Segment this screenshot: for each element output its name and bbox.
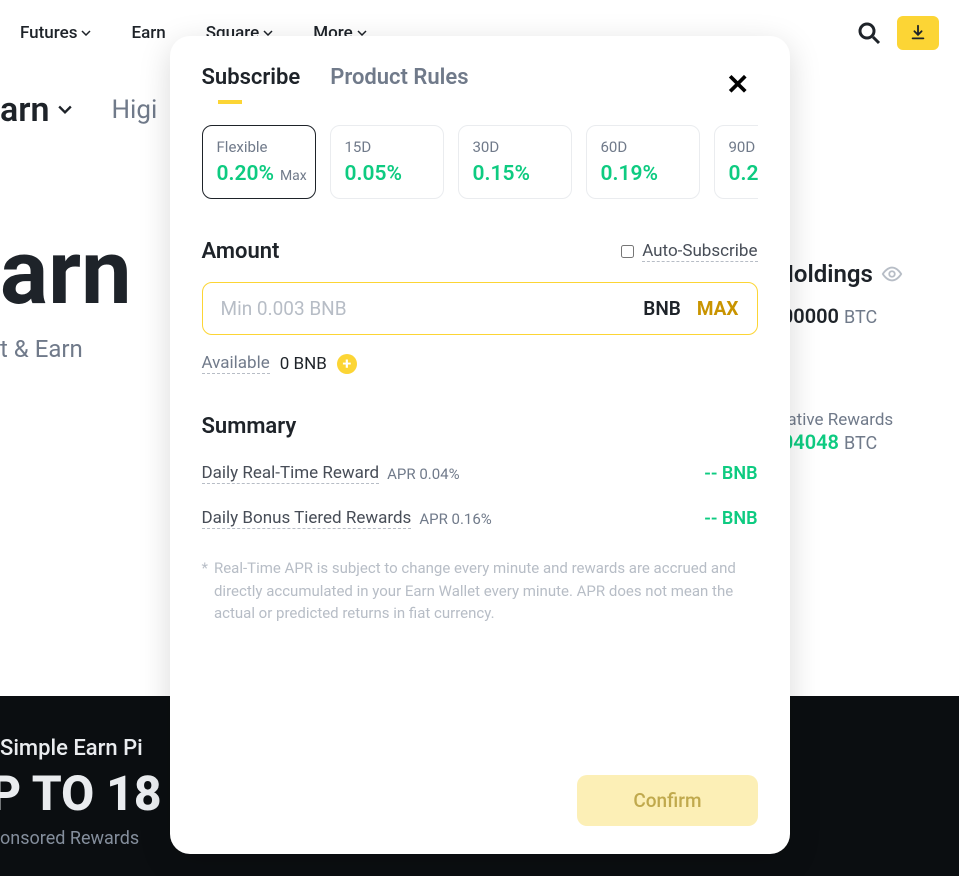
duration-apr: 0.25% — [729, 162, 758, 186]
amount-input[interactable] — [221, 297, 644, 320]
tab-product-rules[interactable]: Product Rules — [330, 65, 468, 104]
duration-label: 15D — [345, 138, 429, 156]
duration-30d[interactable]: 30D 0.15% — [458, 125, 572, 199]
confirm-button[interactable]: Confirm — [577, 775, 757, 826]
duration-label: 60D — [601, 138, 685, 156]
modal-tabs: Subscribe Product Rules — [202, 65, 469, 104]
summary-section: Summary Daily Real-Time Reward APR 0.04%… — [202, 414, 758, 625]
duration-apr: 0.15% — [473, 162, 557, 186]
duration-apr: 0.20% Max — [217, 162, 301, 186]
available-row: Available 0 BNB + — [202, 353, 758, 374]
summary-apr: APR 0.04% — [387, 465, 459, 483]
duration-flexible[interactable]: Flexible 0.20% Max — [202, 125, 316, 199]
duration-label: 30D — [473, 138, 557, 156]
duration-apr: 0.05% — [345, 162, 429, 186]
available-label[interactable]: Available — [202, 353, 270, 374]
tab-subscribe[interactable]: Subscribe — [202, 65, 301, 104]
duration-apr: 0.19% — [601, 162, 685, 186]
available-value: 0 BNB — [280, 354, 327, 374]
disclaimer: * Real-Time APR is subject to change eve… — [202, 557, 758, 625]
amount-input-wrap: BNB MAX — [202, 282, 758, 335]
duration-label: 90D — [729, 138, 758, 156]
auto-subscribe-row: Auto-Subscribe — [621, 241, 757, 262]
duration-15d[interactable]: 15D 0.05% — [330, 125, 444, 199]
summary-label[interactable]: Daily Bonus Tiered Rewards — [202, 508, 412, 529]
amount-title: Amount — [202, 239, 280, 264]
modal-overlay: Subscribe Product Rules ✕ Flexible 0.20%… — [0, 0, 959, 876]
summary-label[interactable]: Daily Real-Time Reward — [202, 463, 380, 484]
amount-currency: BNB — [643, 297, 681, 320]
amount-section: Amount Auto-Subscribe BNB MAX Available … — [202, 239, 758, 374]
auto-subscribe-label[interactable]: Auto-Subscribe — [642, 241, 757, 262]
summary-title: Summary — [202, 414, 758, 439]
summary-value: -- BNB — [704, 508, 757, 529]
auto-subscribe-checkbox[interactable] — [621, 245, 634, 258]
duration-90d[interactable]: 90D 0.25% — [714, 125, 758, 199]
summary-row: Daily Real-Time Reward APR 0.04% -- BNB — [202, 463, 758, 484]
summary-apr: APR 0.16% — [419, 510, 491, 528]
modal-header: Subscribe Product Rules ✕ — [202, 64, 758, 105]
summary-value: -- BNB — [704, 463, 757, 484]
duration-label: Flexible — [217, 138, 301, 156]
duration-options: Flexible 0.20% Max 15D 0.05% 30D 0.15% 6… — [202, 125, 758, 199]
summary-row: Daily Bonus Tiered Rewards APR 0.16% -- … — [202, 508, 758, 529]
subscribe-modal: Subscribe Product Rules ✕ Flexible 0.20%… — [170, 36, 790, 854]
duration-60d[interactable]: 60D 0.19% — [586, 125, 700, 199]
add-funds-icon[interactable]: + — [337, 354, 357, 374]
close-icon[interactable]: ✕ — [718, 64, 757, 105]
max-button[interactable]: MAX — [697, 297, 739, 320]
